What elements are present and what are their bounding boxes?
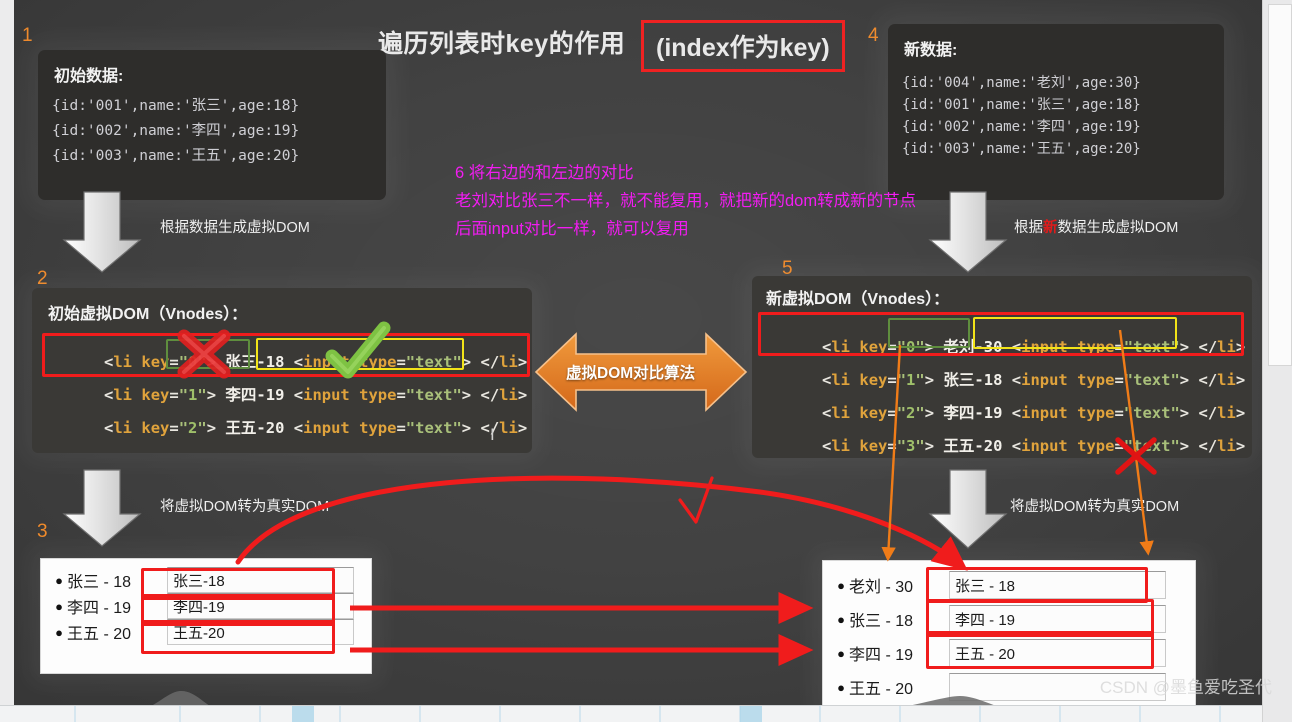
page-title: 遍历列表时key的作用 <box>378 30 626 58</box>
old-vnodes-heading: 初始虚拟DOM（Vnodes）： <box>48 306 248 323</box>
title-highlight-box: (index作为key) <box>641 20 845 72</box>
new-vnodes-panel: 新虚拟DOM（Vnodes）： <li key="0"> 老刘-30 <inpu… <box>752 276 1252 458</box>
label-to-real-dom-right: 将虚拟DOM转为真实DOM <box>1010 499 1180 515</box>
timeline-ticks <box>74 706 1221 722</box>
new-dom-input[interactable]: 张三 - 18 <box>949 571 1166 599</box>
new-dom-row: ● 李四 - 19 王五 - 20 <box>833 636 1185 670</box>
bullet-icon: ● <box>55 598 63 614</box>
annotation-note-line-1: 6 将右边的和左边的对比 <box>455 164 634 182</box>
bullet-icon: ● <box>837 645 845 661</box>
old-dom-input[interactable]: 李四-19 <box>167 593 354 619</box>
diff-algorithm-label: 虚拟DOM对比算法 <box>566 365 696 382</box>
old-dom-label: 李四 - 19 <box>67 600 132 617</box>
bullet-icon: ● <box>837 611 845 627</box>
new-dom-row: ● 张三 - 18 李四 - 19 <box>833 602 1185 636</box>
label-part-post: 数据生成虚拟DOM <box>1057 220 1179 236</box>
old-dom-label: 王五 - 20 <box>67 626 132 643</box>
step-number-3: 3 <box>37 521 48 542</box>
new-vnode-key: 3 <box>906 437 916 455</box>
bullet-icon: ● <box>55 624 63 640</box>
bullet-icon: ● <box>837 679 845 695</box>
new-data-line: {id:'004',name:'老刘',age:30} <box>902 75 1141 91</box>
initial-data-line: {id:'002',name:'李四',age:19} <box>52 123 300 139</box>
label-generate-vdom-left: 根据数据生成虚拟DOM <box>160 220 310 236</box>
new-data-line: {id:'002',name:'李四',age:19} <box>902 119 1141 135</box>
old-dom-row: ● 李四 - 19 李四-19 <box>51 593 361 619</box>
old-dom-row: ● 王五 - 20 王五-20 <box>51 619 361 645</box>
bullet-icon: ● <box>55 572 63 588</box>
timeline-ruler[interactable] <box>0 705 1292 722</box>
initial-data-panel: 初始数据: {id:'001',name:'张三',age:18} {id:'0… <box>38 50 386 200</box>
old-dom-input[interactable]: 王五-20 <box>167 619 354 645</box>
label-to-real-dom-left: 将虚拟DOM转为真实DOM <box>160 499 330 515</box>
new-dom-label: 李四 - 19 <box>849 647 914 664</box>
text-cursor-icon: I <box>490 425 495 444</box>
initial-data-line: {id:'003',name:'王五',age:20} <box>52 148 300 164</box>
scrollbar-thumb[interactable] <box>1268 4 1292 366</box>
new-vnode-line-3: <li key="3"> 王五-20 <input type="text"> <… <box>822 437 1246 455</box>
label-part-highlight: 新 <box>1043 220 1058 236</box>
new-dom-label: 老刘 - 30 <box>849 579 914 596</box>
old-vnodes-panel: 初始虚拟DOM（Vnodes）： <li key="0"> 张三-18 <inp… <box>32 288 532 453</box>
new-dom-label: 张三 - 18 <box>849 613 914 630</box>
new-dom-input[interactable]: 王五 - 20 <box>949 639 1166 667</box>
new-vnode-text: 王五-20 <box>943 437 1003 455</box>
initial-data-line: {id:'001',name:'张三',age:18} <box>52 98 300 114</box>
annotation-note-line-3: 后面input对比一样，就可以复用 <box>455 220 689 238</box>
old-real-dom-card: ● 张三 - 18 张三-18 ● 李四 - 19 李四-19 ● 王五 - 2… <box>40 558 372 674</box>
label-part-pre: 根据 <box>1014 220 1043 236</box>
old-vnode-key: 2 <box>188 419 198 437</box>
step-number-4: 4 <box>868 25 879 46</box>
step-number-2: 2 <box>37 268 48 289</box>
annotation-note-line-2: 老刘对比张三不一样，就不能复用，就把新的dom转成新的节点 <box>455 192 917 210</box>
new-vnodes-heading: 新虚拟DOM（Vnodes）： <box>766 291 950 308</box>
new-dom-input[interactable]: 李四 - 19 <box>949 605 1166 633</box>
new-data-heading: 新数据: <box>904 42 958 59</box>
label-generate-vdom-right: 根据新数据生成虚拟DOM <box>1014 216 1178 237</box>
old-vnode-text: 王五-20 <box>225 419 285 437</box>
old-dom-input[interactable]: 张三-18 <box>167 567 354 593</box>
old-vnode-line-2: <li key="2"> 王五-20 <input type="text"> <… <box>104 419 528 437</box>
new-data-line: {id:'003',name:'王五',age:20} <box>902 141 1141 157</box>
csdn-watermark: CSDN @墨鱼爱吃圣代 <box>1099 678 1272 697</box>
old-dom-row: ● 张三 - 18 张三-18 <box>51 567 361 593</box>
bullet-icon: ● <box>837 577 845 593</box>
new-dom-label: 王五 - 20 <box>849 681 914 698</box>
initial-data-heading: 初始数据: <box>54 68 124 85</box>
new-dom-row: ● 老刘 - 30 张三 - 18 <box>833 568 1185 602</box>
old-dom-label: 张三 - 18 <box>67 574 132 591</box>
slide-canvas: 遍历列表时key的作用 (index作为key) 1 2 3 4 5 初始数据:… <box>0 0 1292 722</box>
step-number-1: 1 <box>22 25 33 46</box>
new-data-line: {id:'001',name:'张三',age:18} <box>902 97 1141 113</box>
new-data-panel: 新数据: {id:'004',name:'老刘',age:30} {id:'00… <box>888 24 1224 200</box>
